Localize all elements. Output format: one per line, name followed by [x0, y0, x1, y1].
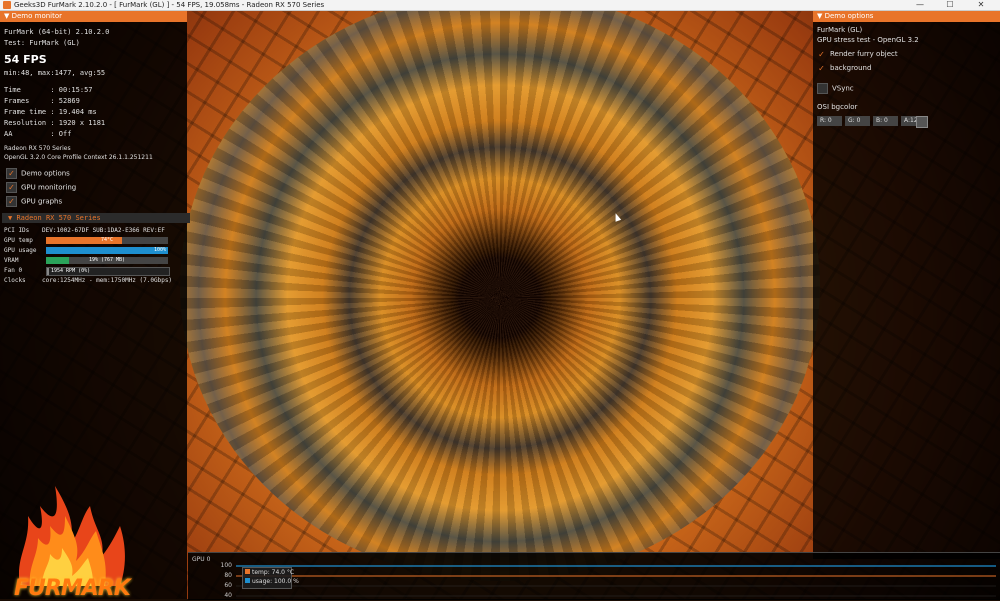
furmark-logo-text: FURMARK — [14, 576, 131, 601]
check-icon: ✓ — [6, 182, 17, 193]
rgba-r-field[interactable]: R: 0 — [817, 116, 842, 126]
demo-name: FurMark (GL) — [817, 26, 863, 34]
graph-ytick: 40 — [224, 592, 232, 599]
test-name: Test: FurMark (GL) — [4, 39, 80, 47]
rgba-g-field[interactable]: G: 0 — [845, 116, 870, 126]
checkbox-vsync[interactable]: VSync — [817, 83, 854, 94]
checkbox-render-furry[interactable]: ✓ Render furry object — [817, 49, 897, 59]
checkbox-gpu-monitoring[interactable]: ✓ GPU monitoring — [6, 182, 76, 193]
demo-monitor-header[interactable]: ▼ Demo monitor — [0, 11, 187, 22]
vram-bar: 19% (767 MB) — [46, 257, 168, 264]
minimize-button[interactable]: — — [905, 0, 935, 10]
fps-readout: 54 FPS — [4, 53, 47, 66]
demo-monitor-panel: ▼ Demo monitor FurMark (64-bit) 2.10.2.0… — [0, 11, 190, 601]
stat-resolution: Resolution : 1920 x 1181 — [4, 119, 106, 127]
window-title: Geeks3D FurMark 2.10.2.0 - [ FurMark (GL… — [14, 1, 325, 9]
graph-ytick: 60 — [224, 582, 232, 589]
rgba-b-field[interactable]: B: 0 — [873, 116, 898, 126]
fan-bar: 1954 RPM (0%) — [46, 267, 170, 276]
demo-options-panel: ▼ Demo options FurMark (GL) GPU stress t… — [813, 11, 1000, 559]
maximize-button[interactable]: ☐ — [935, 0, 965, 10]
graph-ytick: 80 — [224, 572, 232, 579]
app-version: FurMark (64-bit) 2.10.2.0 — [4, 28, 110, 36]
demo-options-header[interactable]: ▼ Demo options — [813, 11, 1000, 22]
gpu-usage-bar: 100% — [46, 247, 168, 254]
stat-time: Time : 00:15:57 — [4, 86, 93, 94]
gpu-temp-bar: 74°C — [46, 237, 168, 244]
check-icon: ✓ — [6, 168, 17, 179]
check-icon: ✓ — [818, 63, 825, 73]
close-button[interactable]: ✕ — [966, 0, 996, 10]
graph-gpu-label: GPU 0 — [192, 556, 211, 563]
graph-plot — [236, 565, 996, 597]
osi-bgcolor-label: OSI bgcolor — [817, 103, 858, 111]
checkbox-background[interactable]: ✓ background — [817, 63, 871, 73]
checkbox-demo-options[interactable]: ✓ Demo options — [6, 168, 70, 179]
check-icon: ✓ — [818, 49, 825, 59]
gpu-panel-header[interactable]: ▼ Radeon RX 570 Series — [2, 213, 190, 223]
stat-frames: Frames : 52869 — [4, 97, 80, 105]
legend-temp: temp: 74.0 °C — [243, 568, 294, 577]
checkbox-gpu-graphs[interactable]: ✓ GPU graphs — [6, 196, 62, 207]
stat-aa: AA : Off — [4, 130, 72, 138]
fur-texture — [180, 11, 820, 581]
demo-subtitle: GPU stress test - OpenGL 3.2 — [817, 36, 919, 44]
gpu-graph-panel: GPU 0 100 80 60 40 temp: 74.0 °C usage: … — [188, 552, 1000, 600]
app-icon — [3, 1, 11, 9]
check-icon: ✓ — [6, 196, 17, 207]
unchecked-box-icon — [817, 83, 828, 94]
gl-context: OpenGL 3.2.0 Core Profile Context 26.1.1… — [4, 154, 153, 161]
fps-stats: min:48, max:1477, avg:55 — [4, 69, 106, 77]
graph-ytick: 100 — [220, 562, 232, 569]
gpu-temp-row: GPU temp 74°C — [4, 236, 174, 245]
demo-monitor-title: Demo monitor — [11, 12, 63, 20]
legend-usage: usage: 100.0 % — [243, 577, 299, 586]
gpu-usage-row: GPU usage 100% — [4, 247, 168, 254]
color-picker-swatch[interactable] — [916, 116, 928, 128]
vram-row: VRAM 19% (767 MB) — [4, 256, 174, 265]
pci-ids-row: PCI IDs DEV:1002-67DF SUB:1DA2-E366 REV:E… — [4, 227, 165, 234]
window-titlebar: Geeks3D FurMark 2.10.2.0 - [ FurMark (GL… — [0, 0, 1000, 11]
gpu-name: Radeon RX 570 Series — [4, 145, 71, 152]
clocks-row: Clocks core:1254MHz - mem:1750MHz (7.0Gbp… — [4, 277, 173, 284]
fan-row: Fan 0 1954 RPM (0%) — [4, 266, 174, 276]
graph-legend: temp: 74.0 °C usage: 100.0 % — [242, 567, 299, 589]
stat-frame-time: Frame time : 19.404 ms — [4, 108, 97, 116]
